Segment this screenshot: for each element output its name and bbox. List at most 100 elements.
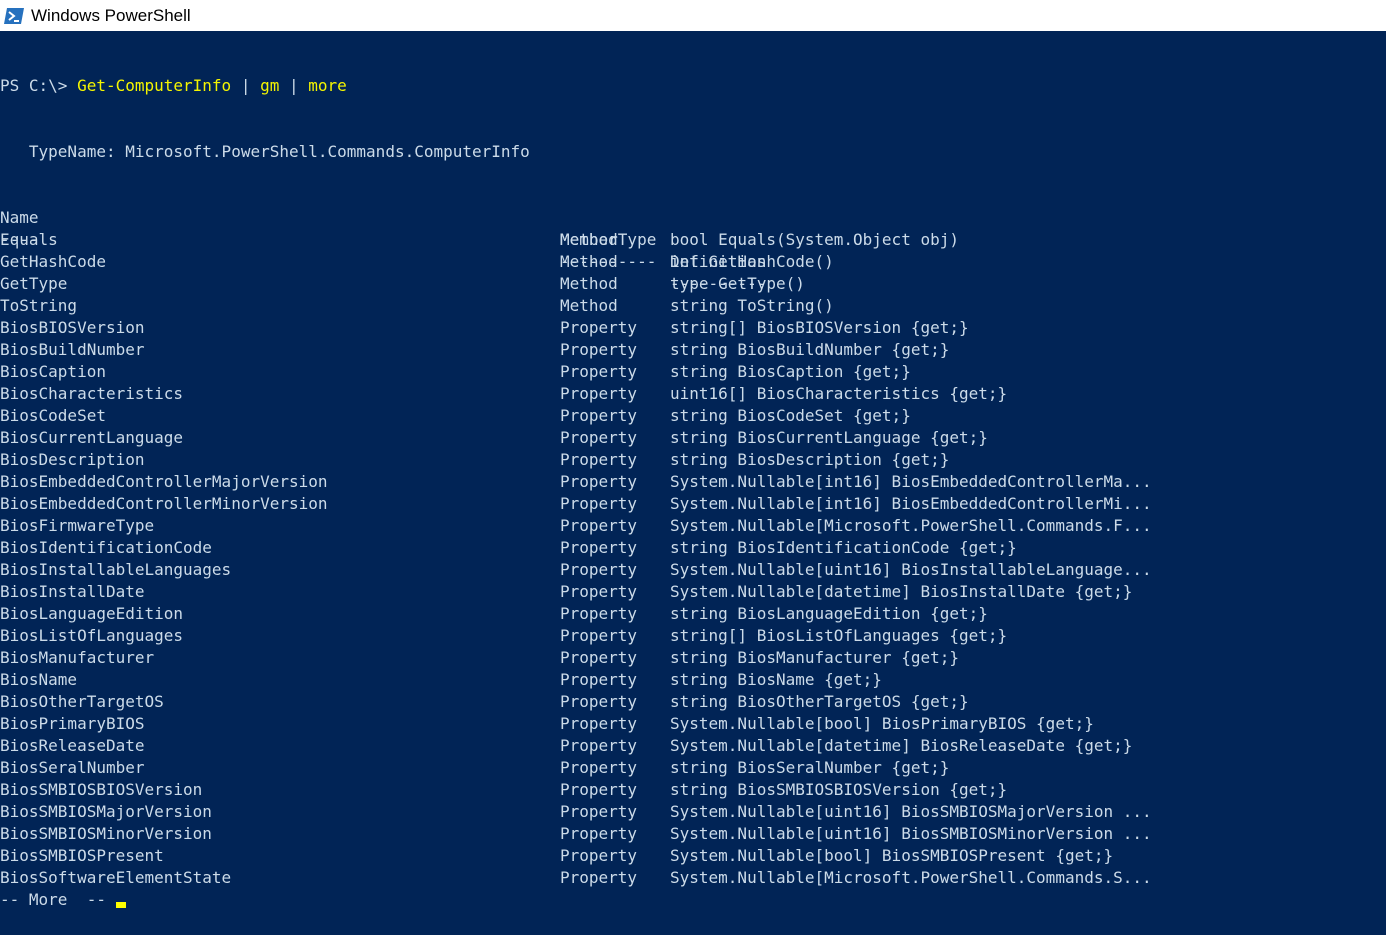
member-name: GetType bbox=[0, 273, 67, 295]
member-type: Property bbox=[560, 449, 637, 471]
member-name: BiosSoftwareElementState bbox=[0, 867, 231, 889]
command-gm: gm bbox=[260, 76, 279, 95]
member-definition: System.Nullable[bool] BiosPrimaryBIOS {g… bbox=[670, 713, 1094, 735]
table-row: BiosCharacteristicsPropertyuint16[] Bios… bbox=[0, 383, 1386, 405]
table-row: BiosIdentificationCodePropertystring Bio… bbox=[0, 537, 1386, 559]
more-prompt-line: -- More -- bbox=[0, 889, 126, 911]
member-type: Property bbox=[560, 581, 637, 603]
member-name: BiosCodeSet bbox=[0, 405, 106, 427]
table-row: BiosSMBIOSPresentPropertySystem.Nullable… bbox=[0, 845, 1386, 867]
member-definition: string BiosManufacturer {get;} bbox=[670, 647, 959, 669]
header-row: Name MemberType Definition bbox=[0, 185, 1386, 207]
member-type: Method bbox=[560, 229, 618, 251]
table-row: BiosSMBIOSBIOSVersion Property string Bios… bbox=[0, 779, 1386, 801]
member-type: Property bbox=[560, 471, 637, 493]
member-type: Property bbox=[560, 669, 637, 691]
member-type: Property bbox=[560, 405, 637, 427]
member-definition: string BiosSMBIOSBIOSVersion {get;} bbox=[670, 779, 1007, 801]
window-title: Windows PowerShell bbox=[31, 6, 191, 26]
member-type: Property bbox=[560, 647, 637, 669]
member-definition: System.Nullable[bool] BiosSMBIOSPresent … bbox=[670, 845, 1113, 867]
table-row: BiosInstallDate Property System.Nullable[d… bbox=[0, 581, 1386, 603]
member-type: Property bbox=[560, 757, 637, 779]
member-definition: System.Nullable[int16] BiosEmbeddedContr… bbox=[670, 493, 1152, 515]
table-row: BiosBIOSVersionPropertystring[] BiosBIOS… bbox=[0, 317, 1386, 339]
member-type: Property bbox=[560, 735, 637, 757]
pipe-symbol: | bbox=[279, 76, 308, 95]
powershell-icon bbox=[3, 7, 25, 25]
member-name: BiosEmbeddedControllerMinorVersion bbox=[0, 493, 328, 515]
member-definition: System.Nullable[uint16] BiosSMBIOSMajorV… bbox=[670, 801, 1152, 823]
member-definition: System.Nullable[int16] BiosEmbeddedContr… bbox=[670, 471, 1152, 493]
table-row: BiosSMBIOSMajorVersion Property System.Nul… bbox=[0, 801, 1386, 823]
table-row: BiosPrimaryBIOSPropertySystem.Nullable[b… bbox=[0, 713, 1386, 735]
member-type: Property bbox=[560, 779, 637, 801]
typename-line: TypeName: Microsoft.PowerShell.Commands.… bbox=[0, 141, 530, 163]
member-type: Property bbox=[560, 515, 637, 537]
member-definition: string BiosCaption {get;} bbox=[670, 361, 911, 383]
table-row: BiosSeralNumber Property string BiosSeralN… bbox=[0, 757, 1386, 779]
table-row: BiosInstallableLanguagesPropertySystem.N… bbox=[0, 559, 1386, 581]
member-type: Method bbox=[560, 273, 618, 295]
member-name: BiosInstallableLanguages bbox=[0, 559, 231, 581]
table-row: BiosFirmwareTypePropertySystem.Nullable[… bbox=[0, 515, 1386, 537]
member-definition: string BiosCodeSet {get;} bbox=[670, 405, 911, 427]
member-name: BiosSMBIOSBIOSVersion bbox=[0, 779, 202, 801]
table-row: BiosListOfLanguagesPropertystring[] Bios… bbox=[0, 625, 1386, 647]
table-row: BiosManufacturer Property string BiosManuf… bbox=[0, 647, 1386, 669]
member-name: BiosOtherTargetOS bbox=[0, 691, 164, 713]
member-name: BiosSMBIOSMinorVersion bbox=[0, 823, 212, 845]
member-definition: int GetHashCode() bbox=[670, 251, 834, 273]
table-row: BiosReleaseDatePropertySystem.Nullable[d… bbox=[0, 735, 1386, 757]
member-name: BiosCaption bbox=[0, 361, 106, 383]
member-type: Property bbox=[560, 625, 637, 647]
member-type: Property bbox=[560, 801, 637, 823]
member-definition: string ToString() bbox=[670, 295, 834, 317]
member-type: Method bbox=[560, 295, 618, 317]
member-definition: string BiosDescription {get;} bbox=[670, 449, 949, 471]
table-row: BiosCodeSet Property string BiosCodeSet {g… bbox=[0, 405, 1386, 427]
member-definition: System.Nullable[Microsoft.PowerShell.Com… bbox=[670, 515, 1152, 537]
table-row: GetHashCodeMethodint GetHashCode() bbox=[0, 251, 1386, 273]
member-name: BiosPrimaryBIOS bbox=[0, 713, 145, 735]
member-definition: string[] BiosBIOSVersion {get;} bbox=[670, 317, 969, 339]
member-definition: string BiosSeralNumber {get;} bbox=[670, 757, 949, 779]
member-name: BiosCurrentLanguage bbox=[0, 427, 183, 449]
table-row: BiosCaptionPropertystring BiosCaption {g… bbox=[0, 361, 1386, 383]
more-prompt: -- More -- bbox=[0, 890, 116, 909]
member-type: Property bbox=[560, 383, 637, 405]
table-row: BiosDescriptionPropertystring BiosDescri… bbox=[0, 449, 1386, 471]
member-definition: string BiosLanguageEdition {get;} bbox=[670, 603, 988, 625]
member-name: BiosReleaseDate bbox=[0, 735, 145, 757]
text-cursor bbox=[116, 902, 126, 908]
table-row: ToStringMethodstring ToString() bbox=[0, 295, 1386, 317]
console-area[interactable]: PS C:\> Get-ComputerInfo | gm | more Typ… bbox=[0, 31, 1386, 935]
table-row: BiosBuildNumberPropertystring BiosBuildN… bbox=[0, 339, 1386, 361]
table-row: GetType Method type GetType() bbox=[0, 273, 1386, 295]
title-bar: Windows PowerShell bbox=[0, 0, 1386, 31]
member-name: BiosSMBIOSMajorVersion bbox=[0, 801, 212, 823]
member-definition: string BiosBuildNumber {get;} bbox=[670, 339, 949, 361]
member-type: Property bbox=[560, 427, 637, 449]
member-name: BiosSeralNumber bbox=[0, 757, 145, 779]
member-name: Equals bbox=[0, 229, 58, 251]
member-definition: type GetType() bbox=[670, 273, 805, 295]
member-name: BiosInstallDate bbox=[0, 581, 145, 603]
member-definition: System.Nullable[datetime] BiosInstallDat… bbox=[670, 581, 1132, 603]
table-row: BiosEmbeddedControllerMajorVersion Proper… bbox=[0, 471, 1386, 493]
prompt-text: PS C:\> bbox=[0, 76, 77, 95]
member-definition: System.Nullable[Microsoft.PowerShell.Com… bbox=[670, 867, 1152, 889]
prompt-line: PS C:\> Get-ComputerInfo | gm | more bbox=[0, 75, 347, 97]
table-row: BiosCurrentLanguagePropertystring BiosCu… bbox=[0, 427, 1386, 449]
member-name: BiosBuildNumber bbox=[0, 339, 145, 361]
member-name: BiosName bbox=[0, 669, 77, 691]
member-name: BiosManufacturer bbox=[0, 647, 154, 669]
member-name: BiosIdentificationCode bbox=[0, 537, 212, 559]
member-type: Property bbox=[560, 691, 637, 713]
member-name: BiosEmbeddedControllerMajorVersion bbox=[0, 471, 328, 493]
member-definition: string BiosName {get;} bbox=[670, 669, 882, 691]
member-name: BiosSMBIOSPresent bbox=[0, 845, 164, 867]
member-definition: System.Nullable[uint16] BiosSMBIOSMinorV… bbox=[670, 823, 1152, 845]
member-definition: string BiosIdentificationCode {get;} bbox=[670, 537, 1017, 559]
table-row: BiosEmbeddedControllerMinorVersionProper… bbox=[0, 493, 1386, 515]
